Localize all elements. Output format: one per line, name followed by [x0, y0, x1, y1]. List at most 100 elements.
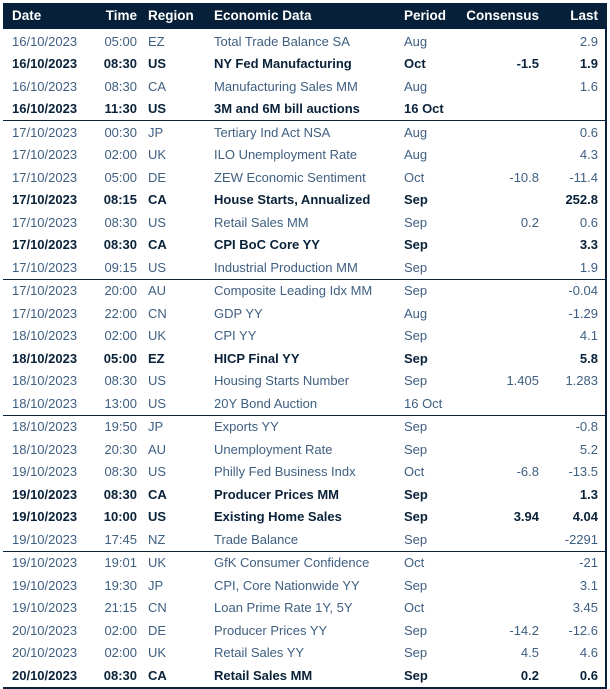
cell-region: UK — [148, 328, 167, 344]
table-row[interactable]: 18/10/2023 13:00 US 20Y Bond Auction 16 Oct — [3, 392, 606, 416]
economic-calendar-table: Date Time Region Economic Data Period Co… — [3, 3, 607, 689]
cell-region: CA — [148, 192, 167, 208]
cell-data: Manufacturing Sales MM — [214, 78, 358, 94]
cell-consensus — [458, 234, 548, 257]
cell-data: ZEW Economic Sentiment — [214, 169, 366, 185]
table-row[interactable]: 19/10/2023 21:15 CN Loan Prime Rate 1Y, 5Y O… — [3, 597, 606, 620]
cell-data: House Starts, Annualized — [214, 192, 371, 208]
column-header-consensus[interactable]: Consensus — [458, 3, 548, 29]
cell-last: -11.4 — [569, 169, 598, 185]
cell-region: JP — [148, 124, 164, 140]
cell-region: JP — [148, 419, 164, 435]
cell-region: CN — [148, 600, 167, 616]
cell-date: 18/10/2023 — [12, 373, 78, 389]
cell-data: Unemployment Rate — [214, 441, 333, 457]
cell-data: GfK Consumer Confidence — [214, 555, 370, 571]
table-row[interactable]: 17/10/2023 00:30 JP Tertiary Ind Act NSA Aug… — [3, 121, 606, 144]
cell-consensus: -1.5 — [516, 56, 539, 72]
table-row[interactable]: 16/10/2023 05:00 EZ Total Trade Balance SA A… — [3, 29, 606, 53]
cell-consensus — [458, 256, 548, 280]
cell-date: 20/10/2023 — [12, 622, 78, 638]
cell-consensus — [458, 392, 548, 416]
cell-date: 17/10/2023 — [12, 147, 78, 163]
cell-consensus — [458, 75, 548, 98]
table-header: Date Time Region Economic Data Period Co… — [3, 3, 606, 29]
table-row[interactable]: 17/10/2023 22:00 CN GDP YY Aug -1.29 — [3, 302, 606, 325]
table-row[interactable]: 18/10/2023 02:00 UK CPI YY Sep 4.1 — [3, 325, 606, 348]
table-row[interactable]: 18/10/2023 08:30 US Housing Starts Number Se… — [3, 370, 606, 393]
cell-period: Sep — [404, 667, 428, 683]
cell-date: 19/10/2023 — [12, 600, 78, 616]
cell-data: CPI, Core Nationwide YY — [214, 577, 360, 593]
table-row[interactable]: 17/10/2023 20:00 AU Composite Leading Idx M… — [3, 279, 606, 302]
table-row[interactable]: 18/10/2023 05:00 EZ HICP Final YY Sep 5.8 — [3, 347, 606, 370]
cell-date: 17/10/2023 — [12, 124, 78, 140]
cell-last: 2.9 — [579, 33, 598, 49]
cell-period: Sep — [404, 214, 428, 230]
cell-consensus — [458, 483, 548, 506]
cell-time: 19:01 — [104, 555, 137, 571]
table-row[interactable]: 17/10/2023 09:15 US Industrial Production M… — [3, 256, 606, 280]
table-row[interactable]: 20/10/2023 08:30 CA Retail Sales MM Sep 0.2 0.… — [3, 664, 606, 688]
cell-consensus — [458, 347, 548, 370]
cell-data: GDP YY — [214, 305, 263, 321]
cell-period: Sep — [395, 256, 458, 280]
table-row[interactable]: 20/10/2023 02:00 DE Producer Prices YY Sep -1… — [3, 619, 606, 642]
column-header-period[interactable]: Period — [395, 3, 458, 29]
table-row[interactable]: 17/10/2023 08:15 CA House Starts, Annualize… — [3, 189, 606, 212]
table-row[interactable]: 19/10/2023 19:30 JP CPI, Core Nationwide YY… — [3, 574, 606, 597]
table-row[interactable]: 19/10/2023 19:01 UK GfK Consumer Confidence… — [3, 551, 606, 574]
column-header-last[interactable]: Last — [548, 3, 606, 29]
cell-consensus — [458, 325, 548, 348]
cell-last: 1.3 — [579, 486, 598, 502]
cell-period: Sep — [404, 622, 428, 638]
table-row[interactable]: 16/10/2023 08:30 CA Manufacturing Sales MM A… — [3, 75, 606, 98]
cell-data: Retail Sales MM — [214, 667, 313, 683]
column-header-time[interactable]: Time — [93, 3, 139, 29]
cell-last: -0.04 — [568, 283, 598, 299]
table-row[interactable]: 17/10/2023 02:00 UK ILO Unemployment Rate Au… — [3, 144, 606, 167]
cell-date: 19/10/2023 — [12, 555, 78, 571]
cell-time: 08:30 — [104, 214, 137, 230]
cell-last: 252.8 — [565, 192, 598, 208]
cell-time: 08:30 — [104, 78, 137, 94]
cell-period: Sep — [404, 350, 428, 366]
cell-time: 08:30 — [103, 486, 137, 502]
cell-time: 02:00 — [104, 645, 137, 661]
table-row[interactable]: 19/10/2023 08:30 CA Producer Prices MM Sep 1.… — [3, 483, 606, 506]
cell-period: Sep — [404, 373, 428, 389]
cell-period: Sep — [404, 237, 428, 253]
cell-consensus — [458, 97, 548, 121]
cell-consensus — [458, 528, 548, 552]
table-row[interactable]: 19/10/2023 17:45 NZ Trade Balance Sep -2291 — [3, 528, 606, 552]
cell-period: Oct — [404, 555, 425, 571]
table-row[interactable]: 16/10/2023 11:30 US 3M and 6M bill auctions… — [3, 97, 606, 121]
table-row[interactable]: 16/10/2023 08:30 US NY Fed Manufacturing Oct… — [3, 53, 606, 76]
cell-last: 0.6 — [579, 214, 598, 230]
table-row[interactable]: 19/10/2023 08:30 US Philly Fed Business Ind… — [3, 461, 606, 484]
cell-period: Sep — [404, 328, 428, 344]
column-header-date[interactable]: Date — [3, 3, 93, 29]
cell-date: 18/10/2023 — [12, 350, 78, 366]
cell-time: 08:30 — [104, 464, 137, 480]
cell-period: Aug — [404, 124, 428, 140]
table-row[interactable]: 17/10/2023 05:00 DE ZEW Economic Sentiment O… — [3, 166, 606, 189]
cell-region: CA — [148, 78, 167, 94]
table-row[interactable]: 18/10/2023 19:50 JP Exports YY Sep -0.8 — [3, 415, 606, 438]
table-row[interactable]: 17/10/2023 08:30 US Retail Sales MM Sep 0.2 0.… — [3, 211, 606, 234]
cell-data: Composite Leading Idx MM — [214, 283, 373, 299]
cell-data: NY Fed Manufacturing — [214, 56, 352, 72]
column-header-economic-data[interactable]: Economic Data — [203, 3, 395, 29]
table-row[interactable]: 17/10/2023 08:30 CA CPI BoC Core YY Sep 3.3 — [3, 234, 606, 257]
table-row[interactable]: 20/10/2023 02:00 UK Retail Sales YY Sep 4.5 4.… — [3, 642, 606, 665]
table-row[interactable]: 19/10/2023 10:00 US Existing Home Sales Sep 3… — [3, 506, 606, 529]
table-row[interactable]: 18/10/2023 20:30 AU Unemployment Rate Sep 5.2 — [3, 438, 606, 461]
cell-period: Sep — [404, 645, 428, 661]
cell-time: 17:45 — [93, 528, 139, 552]
column-header-region[interactable]: Region — [139, 3, 203, 29]
cell-time: 20:00 — [104, 283, 137, 299]
cell-date: 17/10/2023 — [3, 256, 93, 280]
cell-region: US — [139, 97, 203, 121]
cell-time: 02:00 — [104, 328, 137, 344]
cell-consensus — [458, 302, 548, 325]
